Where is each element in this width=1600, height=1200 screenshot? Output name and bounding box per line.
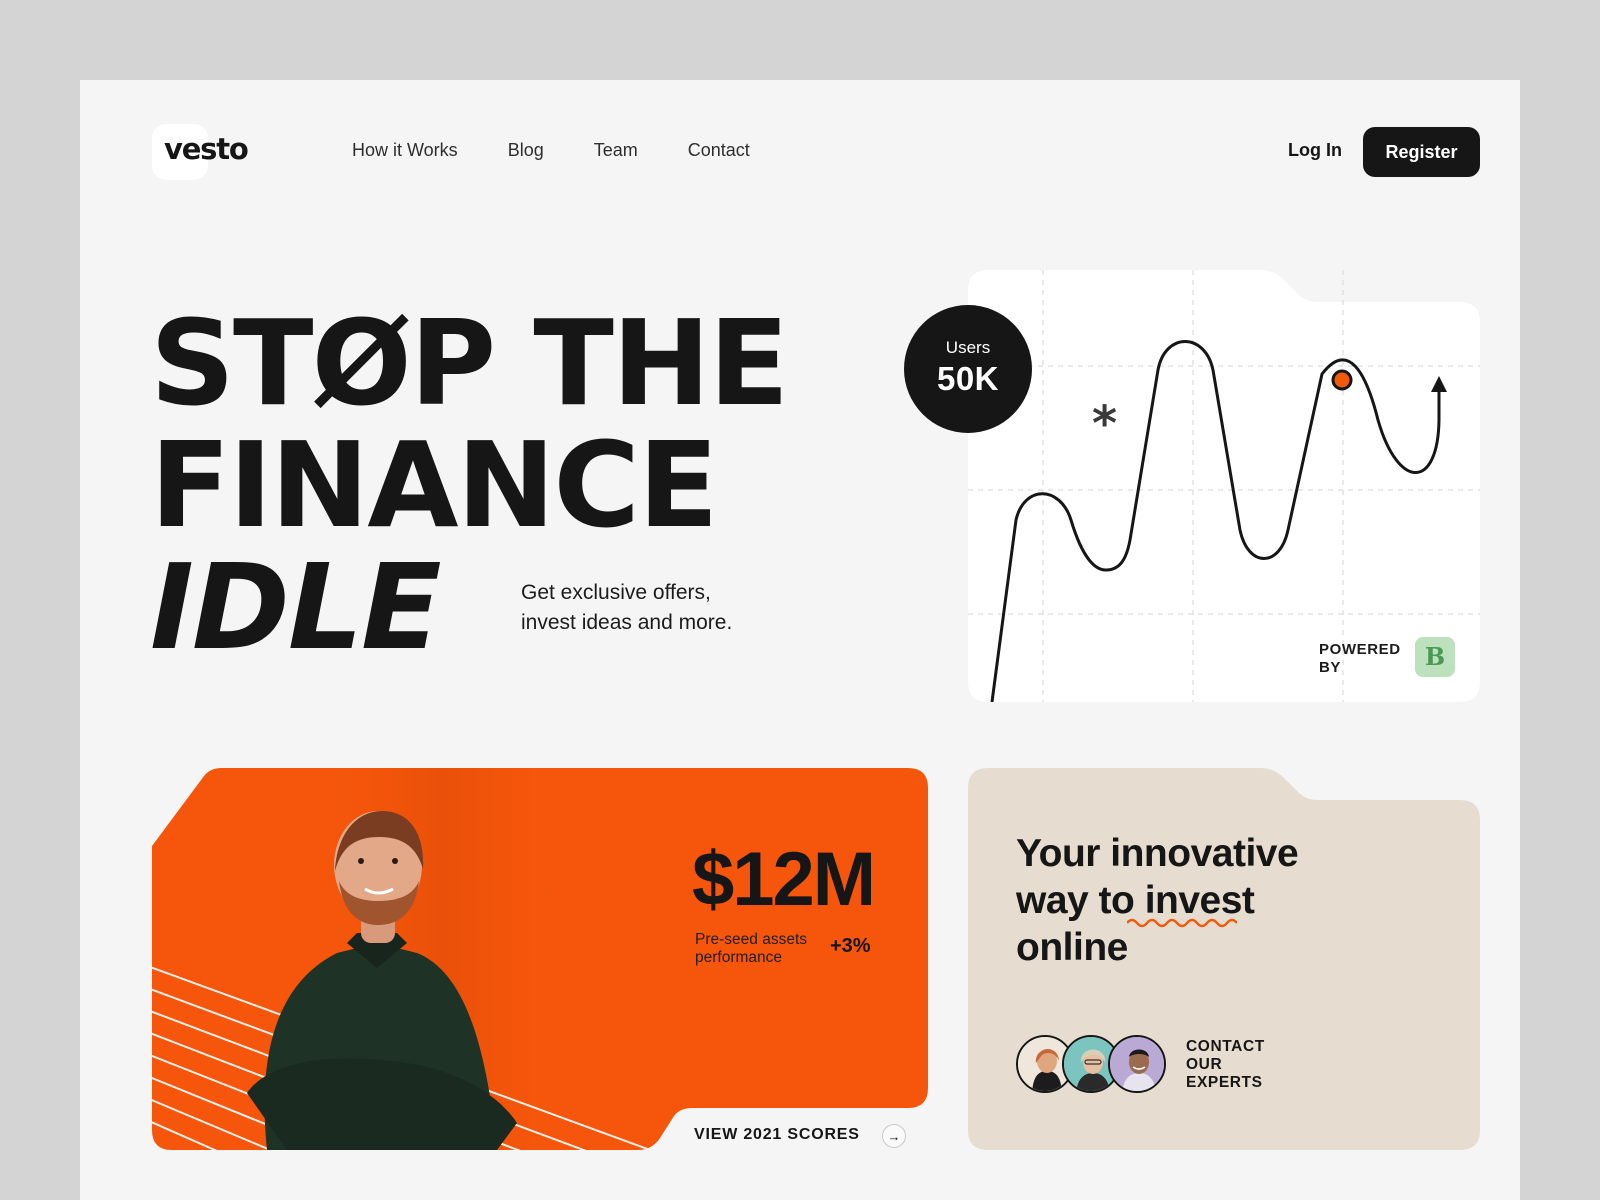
funding-card	[152, 768, 928, 1150]
brand-name: vesto	[164, 132, 249, 166]
funding-amount: $12M	[692, 837, 876, 922]
contact-experts-line-1: CONTACT	[1186, 1038, 1265, 1055]
funding-delta: +3%	[830, 935, 871, 957]
users-badge: Users 50K	[904, 305, 1032, 433]
tagline-line-2: invest ideas and more.	[521, 611, 733, 634]
nav-item-contact[interactable]: Contact	[688, 140, 750, 161]
funding-label: Pre-seed assets performance	[695, 931, 807, 967]
invest-title: Your innovative way to invest online	[1016, 830, 1299, 971]
contact-experts-line-3: EXPERTS	[1186, 1074, 1263, 1091]
invest-title-line-1: Your innovative	[1016, 832, 1299, 875]
headline-line-1: STØP THE	[150, 294, 789, 432]
headline-line-2: FINANCE	[150, 416, 719, 554]
wavy-underline	[1127, 918, 1237, 928]
register-button[interactable]: Register	[1363, 127, 1480, 177]
avatar	[1108, 1035, 1166, 1093]
main-nav: How it Works Blog Team Contact	[352, 140, 750, 161]
invest-title-line-2: way to invest	[1016, 879, 1255, 922]
partner-logo[interactable]: B	[1415, 637, 1455, 677]
powered-by: POWERED BY	[1319, 641, 1401, 677]
contact-experts-link[interactable]: CONTACT OUR EXPERTS	[1186, 1038, 1265, 1092]
growth-chart-card: *	[968, 270, 1480, 702]
invest-title-line-3: online	[1016, 926, 1128, 969]
nav-item-how-it-works[interactable]: How it Works	[352, 140, 458, 161]
chart-card-shape	[968, 270, 1480, 702]
expert-avatars[interactable]	[1016, 1035, 1166, 1093]
landing-page: vesto How it Works Blog Team Contact Log…	[80, 80, 1520, 1200]
view-scores-link[interactable]: VIEW 2021 SCORES	[694, 1126, 860, 1144]
users-label: Users	[945, 338, 991, 357]
tagline-line-1: Get exclusive offers,	[521, 581, 711, 604]
chart-highlight-point	[1331, 369, 1353, 391]
powered-by-line-2: BY	[1319, 659, 1342, 676]
arrow-right-icon: →	[887, 1128, 901, 1144]
powered-by-line-1: POWERED	[1319, 641, 1401, 658]
asterisk-icon: *	[1092, 396, 1117, 452]
contact-experts-line-2: OUR	[1186, 1056, 1223, 1073]
funding-label-line-1: Pre-seed assets	[695, 931, 807, 948]
funding-label-line-2: performance	[695, 949, 783, 966]
headline-line-3: IDLE	[150, 538, 442, 676]
hero-tagline: Get exclusive offers, invest ideas and m…	[521, 578, 732, 638]
nav-item-team[interactable]: Team	[594, 140, 638, 161]
login-link[interactable]: Log In	[1288, 140, 1342, 161]
nav-item-blog[interactable]: Blog	[508, 140, 544, 161]
users-value: 50K	[936, 360, 1000, 397]
view-scores-arrow-button[interactable]: →	[882, 1124, 906, 1148]
